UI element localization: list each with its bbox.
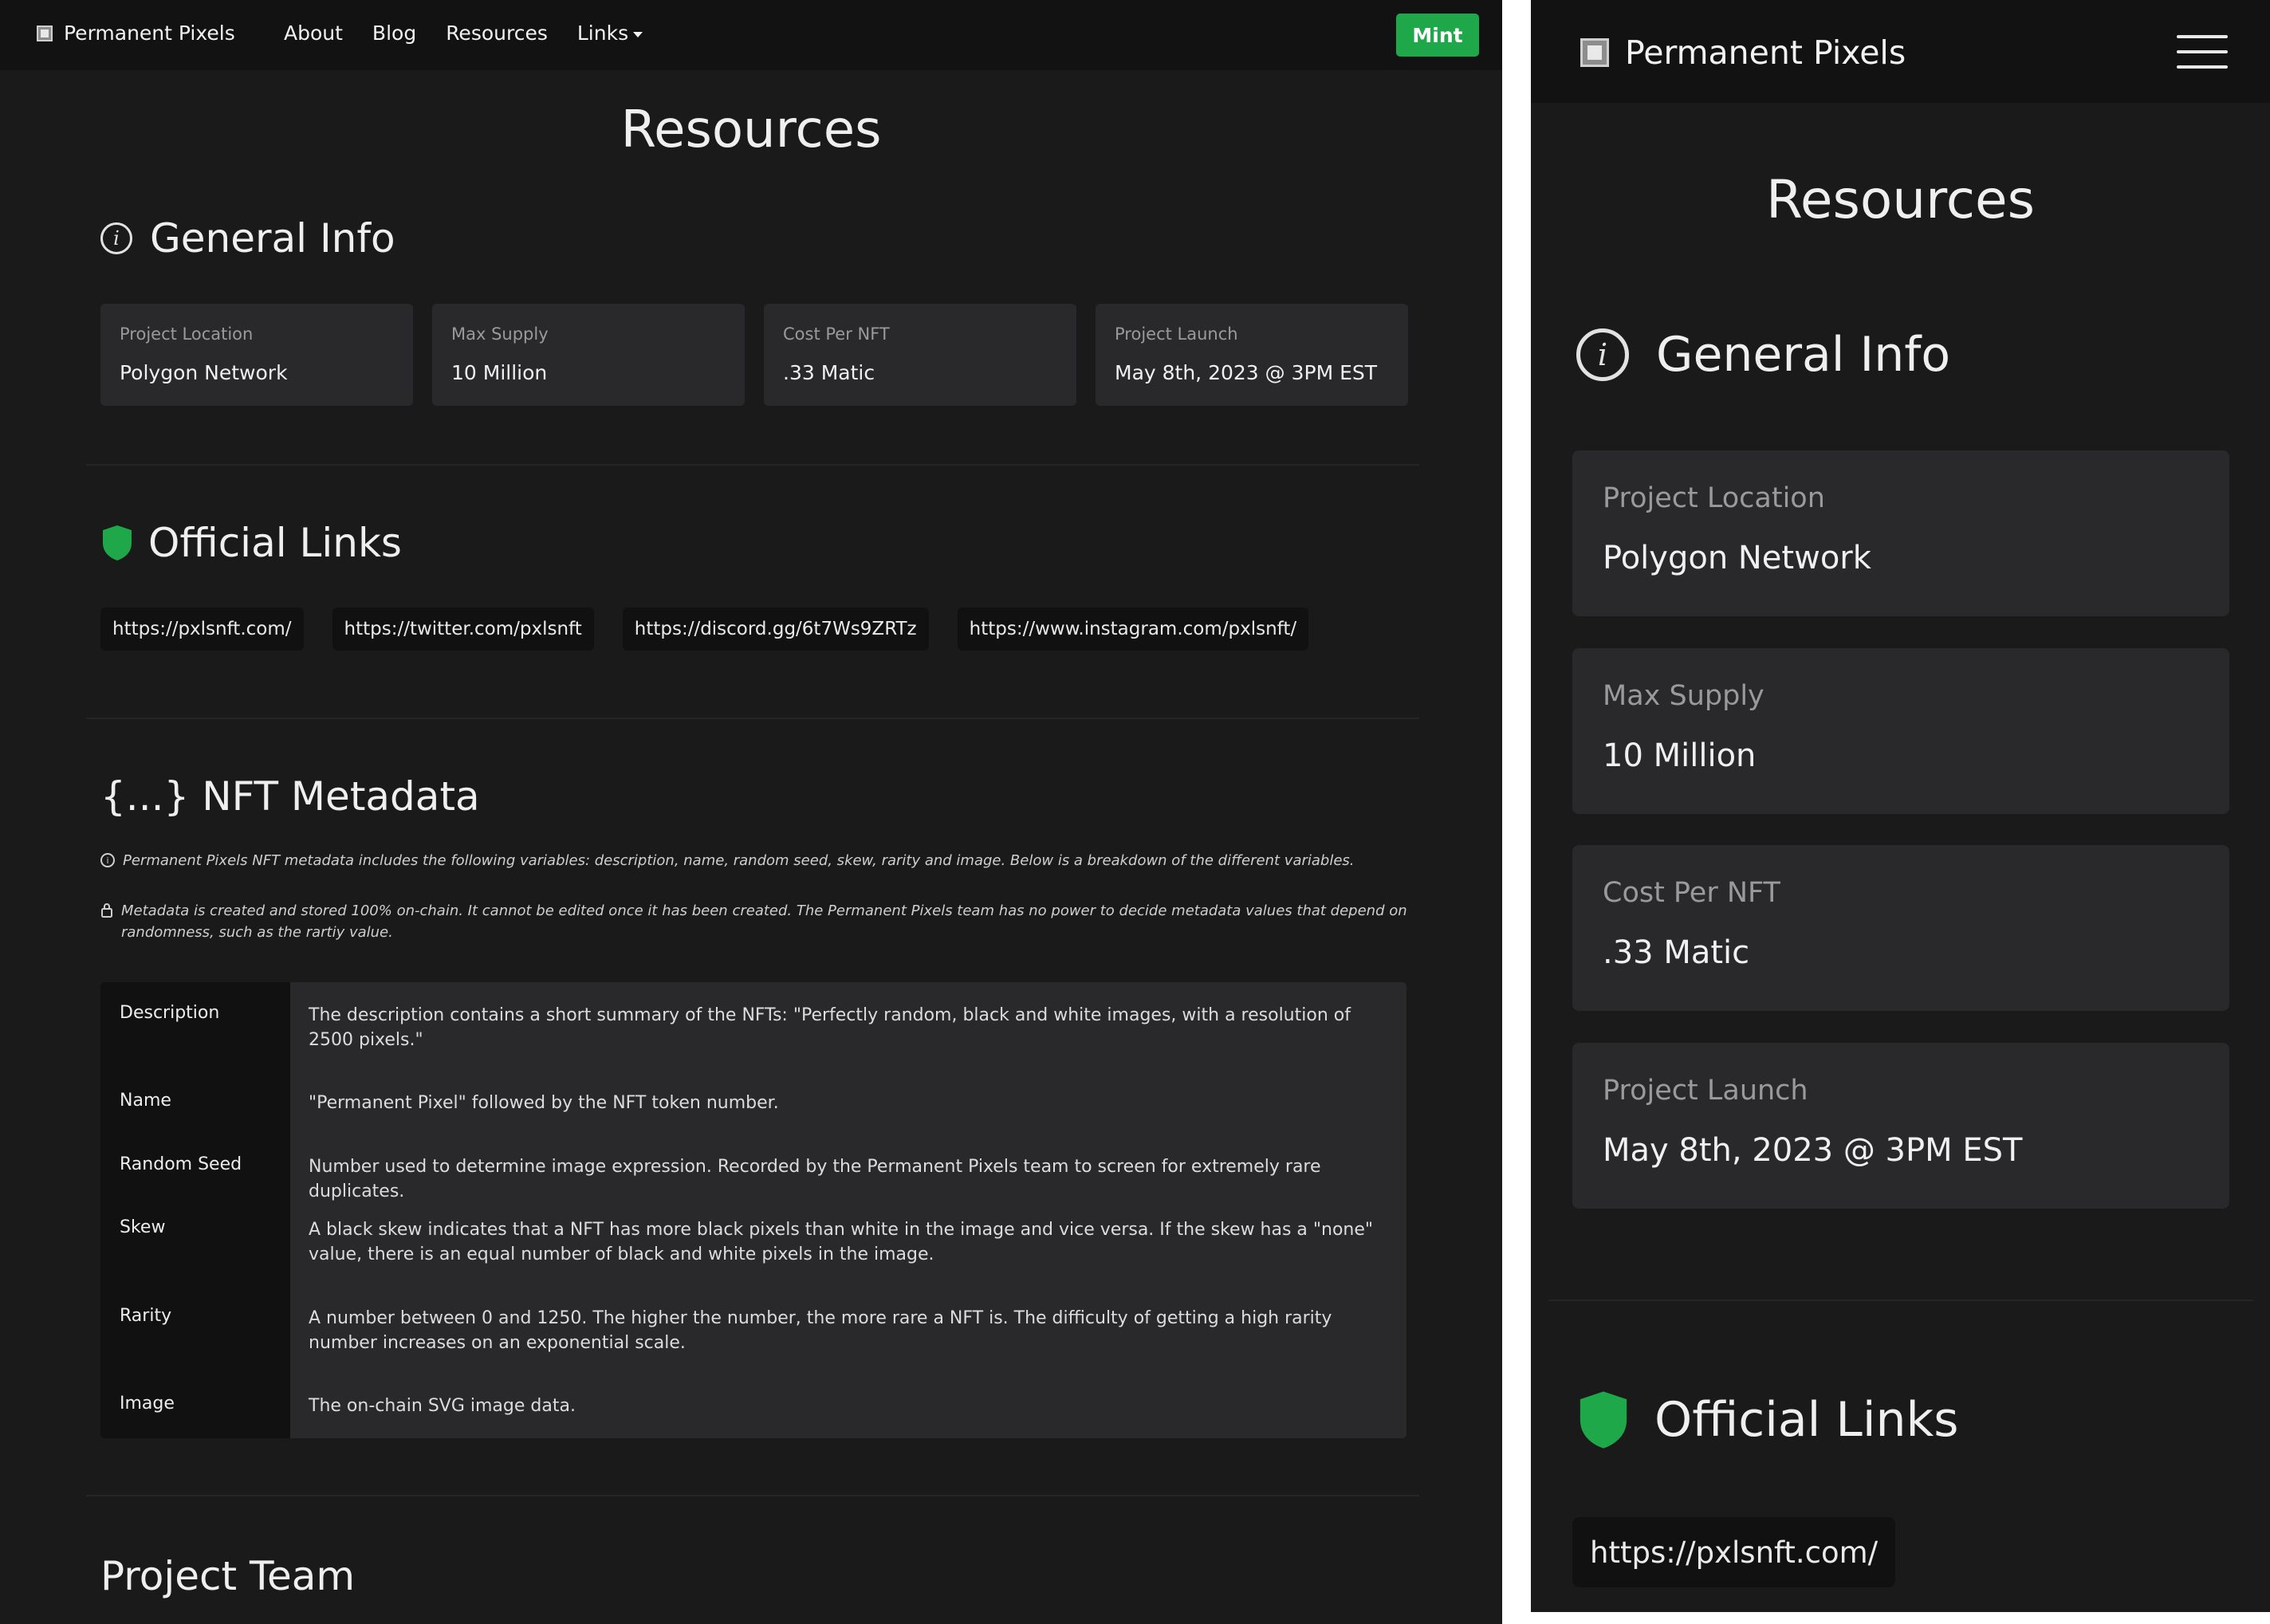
metadata-info-note: i Permanent Pixels NFT metadata includes… [100,850,1408,871]
official-links-title: Official Links [148,520,402,566]
official-links-heading: Official Links [1576,1389,1959,1451]
metadata-key: Image [120,1394,175,1414]
brand-logo-icon [1580,38,1609,67]
card-label: Project Launch [1603,1075,1808,1107]
metadata-lock-text: Metadata is created and stored 100% on-c… [121,902,1407,941]
mobile-view: Permanent Pixels Resources i General Inf… [1531,0,2270,1612]
card-project-location: Project Location Polygon Network [100,304,413,406]
top-navbar: Permanent Pixels About Blog Resources Li… [0,0,1502,70]
metadata-key-column [100,982,290,1438]
nft-metadata-title: {...} NFT Metadata [100,773,480,820]
card-label: Max Supply [1603,680,1764,712]
nav-blog[interactable]: Blog [372,22,416,45]
card-value: May 8th, 2023 @ 3PM EST [1603,1132,2023,1169]
info-icon: i [1576,328,1629,381]
desktop-view: Permanent Pixels About Blog Resources Li… [0,0,1502,1624]
info-icon: i [100,222,132,254]
metadata-value: A black skew indicates that a NFT has mo… [309,1220,1374,1264]
brand-name: Permanent Pixels [64,22,235,45]
card-value: 10 Million [451,361,548,384]
card-label: Max Supply [451,324,549,344]
caret-down-icon [633,31,643,37]
official-links-title: Official Links [1654,1392,1959,1448]
hamburger-icon[interactable] [2177,35,2228,70]
shield-icon [103,525,132,560]
general-info-heading: i General Info [100,215,395,261]
info-icon: i [100,853,115,867]
card-cost-per-nft: Cost Per NFT .33 Matic [764,304,1076,406]
metadata-value: A number between 0 and 1250. The higher … [309,1308,1332,1353]
lock-icon [101,903,112,918]
brand-link[interactable]: Permanent Pixels [1580,33,1906,72]
card-project-launch: Project Launch May 8th, 2023 @ 3PM EST [1096,304,1408,406]
page-title: Resources [620,100,882,159]
nav-links-label: Links [576,22,629,45]
nav-links-dropdown[interactable]: Links [577,22,643,45]
metadata-value: "Permanent Pixel" followed by the NFT to… [309,1093,779,1113]
card-value: 10 Million [1603,737,1757,774]
nav-links: About Blog Resources Links [284,22,643,45]
card-max-supply: Max Supply 10 Million [432,304,745,406]
card-value: .33 Matic [783,361,875,384]
card-value: .33 Matic [1603,934,1750,971]
card-label: Project Location [120,324,254,344]
metadata-lock-note: Metadata is created and stored 100% on-c… [100,900,1408,943]
official-links-list: https://pxlsnft.com/ https://twitter.com… [100,608,1309,651]
metadata-key: Name [120,1091,171,1111]
card-project-location: Project Location Polygon Network [1572,450,2229,616]
card-max-supply: Max Supply 10 Million [1572,648,2229,814]
link-instagram[interactable]: https://www.instagram.com/pxlsnft/ [957,608,1309,651]
card-value: Polygon Network [120,361,288,384]
metadata-key: Random Seed [120,1154,242,1174]
nav-resources[interactable]: Resources [446,22,548,45]
card-label: Project Location [1603,482,1825,514]
link-discord[interactable]: https://discord.gg/6t7Ws9ZRTz [622,608,929,651]
card-cost-per-nft: Cost Per NFT .33 Matic [1572,845,2229,1011]
metadata-table: Description The description contains a s… [100,982,1406,1438]
metadata-key: Skew [120,1217,166,1237]
metadata-key: Rarity [120,1306,172,1326]
metadata-value: Number used to determine image expressio… [309,1157,1321,1201]
section-divider [1548,1300,2253,1301]
card-project-launch: Project Launch May 8th, 2023 @ 3PM EST [1572,1043,2229,1209]
brand-link[interactable]: Permanent Pixels [37,22,235,45]
metadata-value: The on-chain SVG image data. [309,1396,576,1416]
brand-logo-icon [37,25,53,41]
card-label: Cost Per NFT [1603,877,1780,909]
card-label: Project Launch [1115,324,1238,344]
link-website[interactable]: https://pxlsnft.com/ [100,608,304,651]
page-title: Resources [1765,169,2036,230]
official-links-heading: Official Links [100,520,402,566]
metadata-info-text: Permanent Pixels NFT metadata includes t… [123,852,1355,869]
section-divider [86,464,1419,466]
mint-button[interactable]: Mint [1396,14,1479,57]
card-value: May 8th, 2023 @ 3PM EST [1115,361,1378,384]
general-info-cards: Project Location Polygon Network Max Sup… [100,304,1408,406]
card-value: Polygon Network [1603,540,1871,576]
shield-icon [1580,1391,1627,1449]
general-info-title: General Info [150,215,395,261]
general-info-heading: i General Info [1576,327,1950,383]
project-team-title: Project Team [100,1553,356,1599]
section-divider [86,1495,1419,1496]
card-label: Cost Per NFT [783,324,890,344]
mobile-navbar: Permanent Pixels [1531,0,2270,103]
metadata-value: The description contains a short summary… [309,1005,1351,1050]
link-twitter[interactable]: https://twitter.com/pxlsnft [332,608,594,651]
general-info-title: General Info [1656,327,1951,383]
metadata-key: Description [120,1003,220,1023]
nav-about[interactable]: About [284,22,343,45]
section-divider [86,718,1419,719]
brand-name: Permanent Pixels [1625,33,1906,72]
link-website[interactable]: https://pxlsnft.com/ [1572,1517,1896,1587]
